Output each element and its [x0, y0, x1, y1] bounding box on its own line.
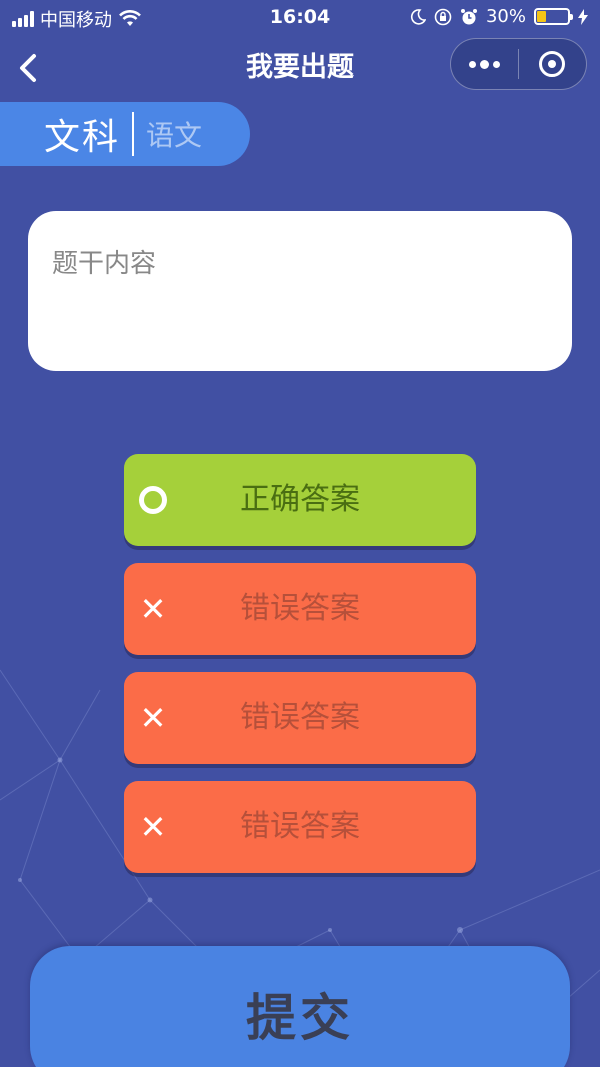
charging-icon: [578, 8, 588, 25]
close-button[interactable]: [519, 39, 586, 89]
more-button[interactable]: [451, 39, 518, 89]
moon-icon: [410, 8, 426, 25]
battery-icon: [534, 8, 573, 25]
submit-button[interactable]: 提交: [30, 946, 570, 1067]
category-main: 文科: [44, 117, 121, 158]
alarm-icon: [460, 8, 477, 24]
wrong-answer-button-1[interactable]: ✕ 错误答案: [124, 563, 476, 655]
question-input[interactable]: 题干内容: [28, 211, 572, 371]
wrong-answer-button-2[interactable]: ✕ 错误答案: [124, 672, 476, 764]
lock-rotation-icon: [434, 8, 452, 25]
wrong-answer-button-3[interactable]: ✕ 错误答案: [124, 781, 476, 873]
status-right: 30%: [410, 6, 588, 27]
submit-label: 提交: [246, 989, 354, 1047]
question-placeholder: 题干内容: [52, 249, 157, 279]
category-divider: [132, 112, 135, 156]
mini-program-capsule: [450, 38, 587, 90]
category-tag[interactable]: 文科 语文: [0, 102, 250, 166]
status-bar: 中国移动 16:04 30%: [0, 0, 600, 34]
correct-answer-button[interactable]: 正确答案: [124, 454, 476, 546]
category-sub: 语文: [146, 119, 203, 152]
wrong-answer-label: 错误答案: [240, 591, 360, 626]
more-icon: [469, 60, 476, 68]
close-target-icon: [539, 51, 566, 77]
correct-answer-label: 正确答案: [240, 482, 360, 517]
wrong-answer-label: 错误答案: [240, 700, 360, 735]
wrong-answer-label: 错误答案: [240, 809, 360, 844]
battery-percent: 30%: [485, 6, 526, 27]
